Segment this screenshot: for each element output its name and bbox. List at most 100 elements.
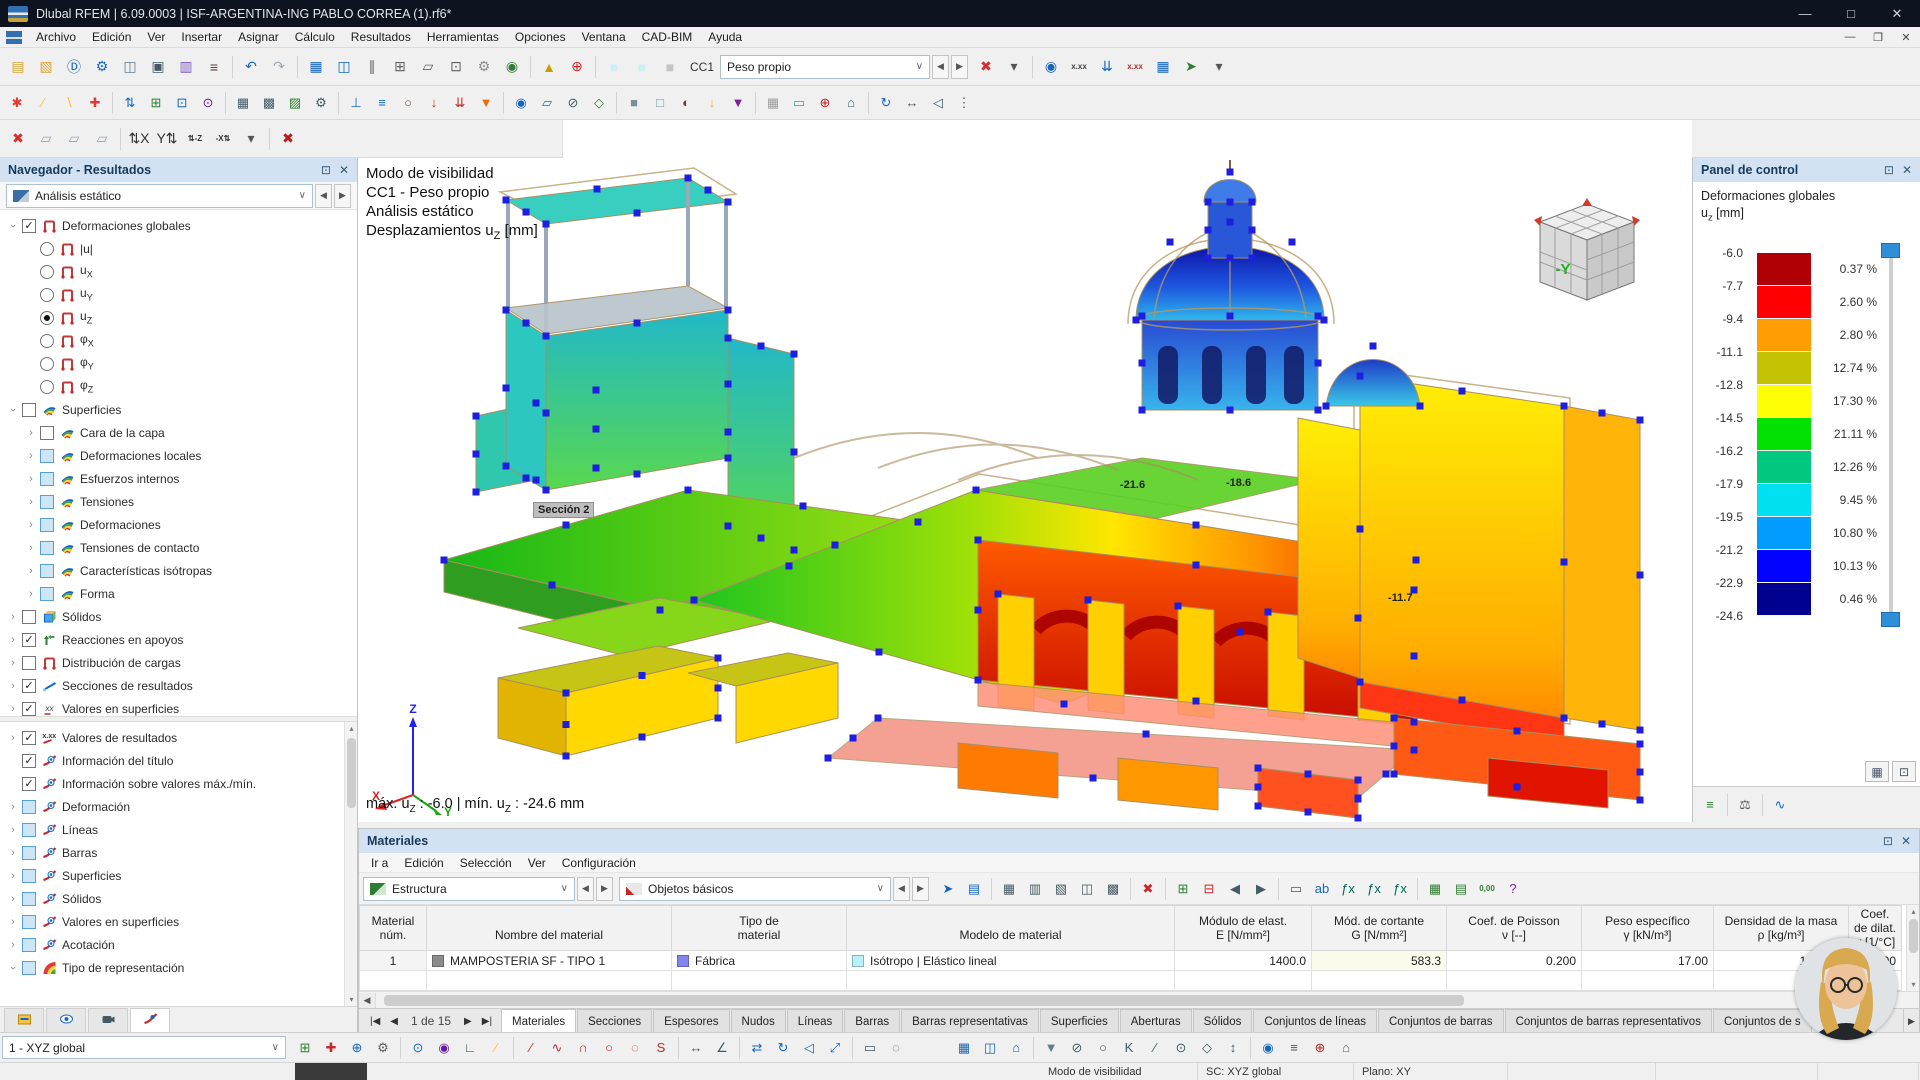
selection-handle[interactable] — [825, 755, 832, 762]
checkbox[interactable]: ✓ — [22, 754, 36, 768]
selection-handle[interactable] — [1249, 199, 1256, 206]
checkbox[interactable]: ✓ — [22, 702, 36, 716]
tb-table-settings[interactable]: ⚙ — [471, 54, 497, 80]
selection-handle[interactable] — [1237, 629, 1244, 636]
selection-handle[interactable] — [593, 465, 600, 472]
selection-handle[interactable] — [786, 563, 793, 570]
prev-load-case-button[interactable]: ◀ — [932, 55, 949, 79]
materials-menu-edición[interactable]: Edición — [396, 852, 451, 873]
expander-icon[interactable]: › — [6, 680, 20, 692]
tree-item-deformación[interactable]: ›Deformación — [0, 795, 357, 818]
tree-item-distribución-de-cargas[interactable]: ›Distribución de cargas — [0, 651, 357, 674]
tb-select-lasso[interactable]: ◌ — [884, 1036, 908, 1060]
selection-handle[interactable] — [791, 351, 798, 358]
tb-grid-settings[interactable]: ⚙ — [371, 1036, 395, 1060]
tree-item-uy[interactable]: uY — [0, 283, 357, 306]
tb-table-print[interactable]: ▥ — [1023, 877, 1047, 901]
checkbox[interactable]: ✓ — [22, 633, 36, 647]
next-case-button[interactable]: ▶ — [334, 184, 351, 208]
selection-handle[interactable] — [995, 591, 1002, 598]
tb-work-plane[interactable]: ▭ — [787, 91, 811, 115]
selection-handle[interactable] — [1227, 199, 1234, 206]
selection-handle[interactable] — [639, 672, 646, 679]
tb-settings-gears[interactable]: ⚙ — [89, 54, 115, 80]
materials-menu-selección[interactable]: Selección — [452, 852, 520, 873]
selection-handle[interactable] — [758, 535, 765, 542]
tb-filter-view[interactable]: ▼ — [1039, 1036, 1063, 1060]
tb-view-minus-x[interactable]: -X⇅ — [210, 126, 236, 152]
tb-zoom-reset[interactable]: ✖ — [5, 126, 31, 152]
expander-icon[interactable]: › — [6, 703, 20, 715]
selection-handle[interactable] — [1355, 615, 1362, 622]
tb-view-y[interactable]: Y⇅ — [154, 126, 180, 152]
selection-handle[interactable] — [1357, 373, 1364, 380]
tb-table-house[interactable]: ⌂ — [1004, 1036, 1028, 1060]
materials-menu-ver[interactable]: Ver — [520, 852, 554, 873]
cell-value[interactable]: 17.00 — [1582, 951, 1714, 971]
selection-handle[interactable] — [549, 582, 556, 589]
tb-select-pointer[interactable]: ➤ — [936, 877, 960, 901]
selection-handle[interactable] — [563, 753, 570, 760]
expander-icon[interactable]: › — [6, 893, 20, 905]
tb-window-cascade[interactable]: ▱ — [415, 54, 441, 80]
tb-jump-right[interactable]: ▶ — [1249, 877, 1273, 901]
tb-result-values-xxx[interactable]: x.xx — [1066, 54, 1092, 80]
selection-handle[interactable] — [725, 381, 732, 388]
selection-handle[interactable] — [725, 523, 732, 530]
selection-handle[interactable] — [1561, 715, 1568, 722]
tb-snap-node[interactable]: ⊙ — [196, 91, 220, 115]
expander-icon[interactable]: › — [6, 870, 20, 882]
menu-ayuda[interactable]: Ayuda — [700, 27, 750, 48]
table-tab-aberturas[interactable]: Aberturas — [1120, 1009, 1192, 1033]
tb-select-special[interactable]: ▲ — [536, 54, 562, 80]
minimize-button[interactable]: — — [1782, 0, 1828, 27]
expander-icon[interactable]: › — [7, 961, 19, 975]
selection-handle[interactable] — [1143, 731, 1150, 738]
tb-draw-arc[interactable]: ∩ — [571, 1036, 595, 1060]
tb-circle-ref[interactable]: ○ — [1091, 1036, 1115, 1060]
tb-pin-object[interactable]: ✚ — [83, 91, 107, 115]
column-header-núm[interactable]: Materialnúm. — [360, 906, 427, 951]
tb-tables-blue-1[interactable]: ▦ — [952, 1036, 976, 1060]
tb-table-show[interactable]: ▦ — [997, 877, 1021, 901]
tb-no-display[interactable]: ⊘ — [1065, 1036, 1089, 1060]
tree-item-secciones-de-resultados[interactable]: ›✓Secciones de resultados — [0, 674, 357, 697]
radio-button[interactable] — [40, 357, 54, 371]
analysis-type-select[interactable]: Análisis estático ∨ — [6, 184, 313, 208]
tree-item-deformaciones-locales[interactable]: ›Deformaciones locales — [0, 444, 357, 467]
checkbox[interactable] — [22, 656, 36, 670]
tb-move-copy[interactable]: ⇄ — [745, 1036, 769, 1060]
tb-draw-line[interactable]: ∕ — [519, 1036, 543, 1060]
tb-tables[interactable]: ▦ — [303, 54, 329, 80]
scroll-thumb[interactable] — [1909, 919, 1918, 953]
model-viewport[interactable]: Modo de visibilidad CC1 - Peso propio An… — [358, 158, 1692, 822]
selection-handle[interactable] — [473, 413, 480, 420]
expander-icon[interactable]: › — [6, 657, 20, 669]
selection-handle[interactable] — [1355, 796, 1362, 803]
checkbox[interactable] — [40, 426, 54, 440]
scroll-up-icon[interactable]: ▴ — [345, 722, 357, 735]
table-tab-conjuntos-de-barras[interactable]: Conjuntos de barras — [1378, 1009, 1504, 1033]
selection-handle[interactable] — [1205, 199, 1212, 206]
scroll-left-icon[interactable]: ◀ — [359, 993, 376, 1008]
tb-open-model[interactable]: ▧ — [33, 54, 59, 80]
navigation-cube[interactable]: -Y — [1530, 188, 1644, 306]
navigator-tab-data-panels[interactable] — [4, 1008, 44, 1032]
close-panel-icon[interactable]: ✕ — [339, 163, 349, 177]
menu-asignar[interactable]: Asignar — [230, 27, 287, 48]
pager-first-button[interactable]: |◀ — [367, 1016, 383, 1027]
tb-node-coordinates[interactable]: ⊡ — [170, 91, 194, 115]
tb-decimals[interactable]: 0,00 — [1475, 877, 1499, 901]
selection-handle[interactable] — [1255, 803, 1262, 810]
menu-ver[interactable]: Ver — [139, 27, 173, 48]
pager-prev-button[interactable]: ◀ — [387, 1016, 401, 1027]
selection-handle[interactable] — [543, 333, 550, 340]
expander-icon[interactable]: › — [6, 634, 20, 646]
tb-show-values-eye[interactable]: ◉ — [1038, 54, 1064, 80]
tb-levels[interactable]: ≡ — [1282, 1036, 1306, 1060]
table-tab-nudos[interactable]: Nudos — [731, 1009, 786, 1033]
selection-handle[interactable] — [1391, 743, 1398, 750]
object-category-select[interactable]: Objetos básicos∨ — [619, 877, 891, 901]
next-table-button[interactable]: ▶ — [596, 877, 613, 901]
selection-handle[interactable] — [1323, 403, 1330, 410]
